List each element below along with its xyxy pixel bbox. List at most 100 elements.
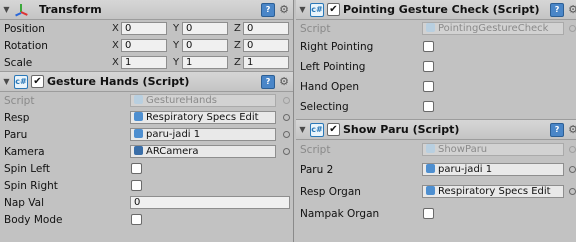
z-axis-label: Z <box>234 40 241 51</box>
position-label: Position <box>4 22 45 35</box>
selecting-checkbox[interactable] <box>423 101 434 112</box>
pointing-gesture-title: Pointing Gesture Check (Script) <box>343 3 540 16</box>
script-label: Script <box>4 94 35 107</box>
paru2-field[interactable]: paru-jadi 1 <box>422 163 564 176</box>
nampak-organ-checkbox[interactable] <box>423 208 434 219</box>
script-file-icon <box>134 95 143 104</box>
body-mode-row: Body Mode <box>0 211 293 228</box>
position-z-field[interactable]: 0 <box>243 22 289 35</box>
left-pointing-label: Left Pointing <box>300 61 366 73</box>
position-x-field[interactable]: 0 <box>121 22 167 35</box>
position-y-field[interactable]: 0 <box>182 22 228 35</box>
paru-row: Paru paru-jadi 1 <box>0 126 293 143</box>
rotation-z-field[interactable]: 0 <box>243 39 289 52</box>
inspector-left-panel: ▼ Transform ? ⚙ Position X 0 Y 0 Z 0 Rot… <box>0 0 294 242</box>
y-axis-label: Y <box>173 40 180 51</box>
hand-open-checkbox[interactable] <box>423 81 434 92</box>
object-picker-icon[interactable] <box>569 166 576 173</box>
scale-y-field[interactable]: 1 <box>182 56 228 69</box>
scale-z-field[interactable]: 1 <box>243 56 289 69</box>
help-book-icon[interactable]: ? <box>261 75 276 89</box>
camera-icon <box>134 146 143 155</box>
resp-organ-field[interactable]: Respiratory Specs Edit <box>422 185 564 198</box>
paru-value: paru-jadi 1 <box>146 129 201 140</box>
gear-icon[interactable]: ⚙ <box>279 4 289 16</box>
help-book-icon[interactable]: ? <box>550 123 565 137</box>
resp-field[interactable]: Respiratory Specs Edit <box>130 111 276 124</box>
kamera-label: Kamera <box>4 145 45 158</box>
show-paru-header[interactable]: ▼ c# ✔ Show Paru (Script) ? ⚙ <box>296 119 576 140</box>
script-label: Script <box>300 22 331 35</box>
object-picker-icon[interactable] <box>283 131 290 138</box>
x-axis-label: X <box>112 23 119 34</box>
scale-row: Scale X 1 Y 1 Z 1 <box>0 54 293 71</box>
scale-x-field[interactable]: 1 <box>121 56 167 69</box>
resp-organ-label: Resp Organ <box>300 186 361 198</box>
pointing-gesture-header[interactable]: ▼ c# ✔ Pointing Gesture Check (Script) ?… <box>296 0 576 20</box>
y-axis-label: Y <box>173 57 180 68</box>
gear-icon[interactable]: ⚙ <box>568 4 576 16</box>
body-mode-checkbox[interactable] <box>131 214 142 225</box>
component-enabled-checkbox[interactable]: ✔ <box>327 123 340 136</box>
hand-open-label: Hand Open <box>300 81 360 93</box>
component-enabled-checkbox[interactable]: ✔ <box>327 3 340 16</box>
paru-label: Paru <box>4 128 28 141</box>
spin-left-checkbox[interactable] <box>131 163 142 174</box>
object-picker-icon <box>569 146 576 153</box>
transform-header[interactable]: ▼ Transform ? ⚙ <box>0 0 293 20</box>
script-value: GestureHands <box>146 95 217 106</box>
fold-arrow-icon[interactable]: ▼ <box>298 125 307 134</box>
left-pointing-row: Left Pointing <box>296 57 576 77</box>
fold-arrow-icon[interactable]: ▼ <box>2 77 11 86</box>
gear-icon[interactable]: ⚙ <box>568 124 576 136</box>
right-pointing-checkbox[interactable] <box>423 41 434 52</box>
selecting-row: Selecting <box>296 97 576 117</box>
spin-right-label: Spin Right <box>4 179 58 192</box>
gesture-hands-title: Gesture Hands (Script) <box>47 75 190 88</box>
script-file-icon <box>426 23 435 32</box>
script-row: Script GestureHands <box>0 92 293 109</box>
script-row: Script ShowParu <box>296 140 576 159</box>
object-picker-icon <box>569 25 576 32</box>
position-row: Position X 0 Y 0 Z 0 <box>0 20 293 37</box>
left-pointing-checkbox[interactable] <box>423 61 434 72</box>
hand-open-row: Hand Open <box>296 77 576 97</box>
nap-val-field[interactable]: 0 <box>130 196 290 209</box>
gear-icon[interactable]: ⚙ <box>279 76 289 88</box>
resp-row: Resp Respiratory Specs Edit <box>0 109 293 126</box>
z-axis-label: Z <box>234 23 241 34</box>
script-field: GestureHands <box>130 94 276 107</box>
nap-val-row: Nap Val 0 <box>0 194 293 211</box>
rotation-y-field[interactable]: 0 <box>182 39 228 52</box>
nampak-organ-label: Nampak Organ <box>300 208 380 220</box>
rotation-x-field[interactable]: 0 <box>121 39 167 52</box>
help-book-icon[interactable]: ? <box>550 3 565 17</box>
resp-organ-value: Respiratory Specs Edit <box>438 186 551 197</box>
object-picker-icon[interactable] <box>569 188 576 195</box>
script-icon: c# <box>310 2 324 17</box>
object-picker-icon[interactable] <box>283 114 290 121</box>
spin-right-checkbox[interactable] <box>131 180 142 191</box>
x-axis-label: X <box>112 40 119 51</box>
rotation-label: Rotation <box>4 39 48 52</box>
scale-label: Scale <box>4 56 33 69</box>
show-paru-title: Show Paru (Script) <box>343 123 460 136</box>
nampak-organ-row: Nampak Organ <box>296 203 576 225</box>
help-book-icon[interactable]: ? <box>261 3 276 17</box>
spin-right-row: Spin Right <box>0 177 293 194</box>
resp-organ-row: Resp Organ Respiratory Specs Edit <box>296 181 576 203</box>
body-mode-label: Body Mode <box>4 213 63 226</box>
fold-arrow-icon[interactable]: ▼ <box>298 5 307 14</box>
gesture-hands-header[interactable]: ▼ c# ✔ Gesture Hands (Script) ? ⚙ <box>0 71 293 92</box>
script-file-icon <box>426 144 435 153</box>
gameobject-icon <box>426 186 435 195</box>
object-picker-icon[interactable] <box>283 148 290 155</box>
paru-field[interactable]: paru-jadi 1 <box>130 128 276 141</box>
kamera-field[interactable]: ARCamera <box>130 145 276 158</box>
y-axis-label: Y <box>173 23 180 34</box>
transform-title: Transform <box>39 3 102 16</box>
component-enabled-checkbox[interactable]: ✔ <box>31 75 44 88</box>
gameobject-icon <box>134 112 143 121</box>
spin-left-row: Spin Left <box>0 160 293 177</box>
fold-arrow-icon[interactable]: ▼ <box>2 5 11 14</box>
